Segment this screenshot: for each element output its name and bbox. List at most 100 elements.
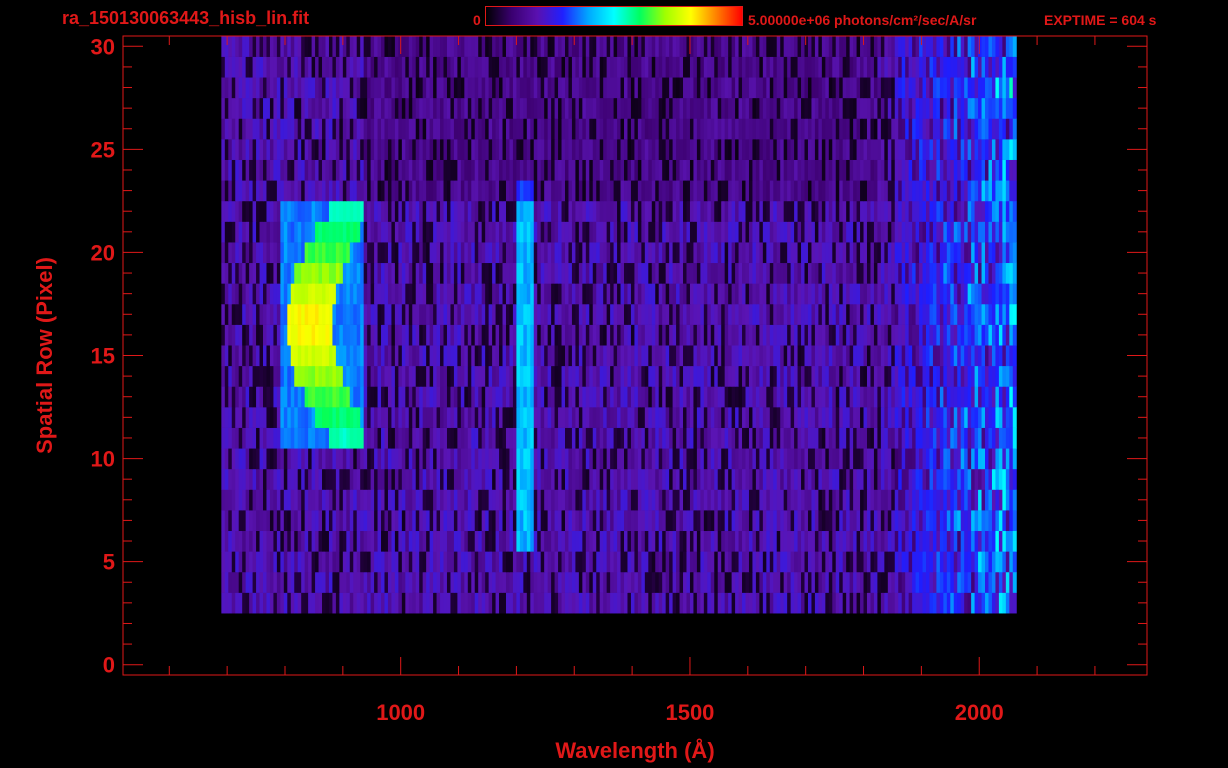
heatmap-cell	[405, 551, 410, 573]
heatmap-cell	[950, 571, 955, 593]
heatmap-cell	[398, 200, 403, 222]
heatmap-cell	[870, 489, 875, 511]
heatmap-cell	[742, 510, 746, 532]
heatmap-cell	[783, 324, 788, 346]
heatmap-cell	[259, 242, 264, 264]
heatmap-cell	[814, 324, 819, 346]
heatmap-cell	[665, 489, 670, 511]
heatmap-cell	[755, 551, 760, 573]
heatmap-cell	[877, 242, 882, 264]
heatmap-cell	[801, 489, 806, 511]
heatmap-cell	[641, 510, 646, 532]
heatmap-cell	[738, 407, 743, 428]
heatmap-cell	[679, 200, 684, 222]
heatmap-cell	[294, 407, 299, 428]
heatmap-cell	[971, 221, 976, 243]
heatmap-cell	[724, 427, 729, 449]
heatmap-cell	[228, 489, 233, 511]
heatmap-cell	[269, 592, 274, 614]
heatmap-cell	[863, 283, 868, 305]
heatmap-cell	[1005, 200, 1010, 222]
heatmap-cell	[519, 468, 524, 490]
heatmap-cell	[502, 427, 507, 449]
heatmap-cell	[509, 200, 514, 222]
heatmap-cell	[988, 221, 993, 243]
heatmap-cell	[589, 386, 594, 408]
heatmap-cell	[353, 242, 358, 264]
heatmap-cell	[794, 303, 799, 325]
heatmap-cell	[311, 386, 316, 408]
heatmap-cell	[589, 303, 594, 325]
heatmap-cell	[551, 551, 556, 573]
heatmap-cell	[1002, 324, 1007, 346]
heatmap-cell	[783, 530, 788, 552]
heatmap-cell	[946, 427, 951, 449]
heatmap-cell	[811, 159, 816, 181]
heatmap-cell	[783, 283, 788, 305]
heatmap-cell	[773, 221, 778, 243]
heatmap-cell	[967, 448, 972, 470]
heatmap-cell	[755, 283, 760, 305]
heatmap-cell	[821, 510, 826, 532]
heatmap-cell	[832, 530, 837, 552]
heatmap-cell	[315, 386, 320, 408]
heatmap-cell	[776, 489, 781, 511]
heatmap-cell	[474, 283, 479, 305]
heatmap-cell	[929, 324, 934, 346]
heatmap-cell	[450, 242, 455, 264]
heatmap-cell	[256, 510, 261, 532]
heatmap-cell	[596, 180, 601, 202]
heatmap-cell	[717, 324, 722, 346]
heatmap-cell	[919, 571, 924, 593]
heatmap-cell	[849, 592, 854, 614]
heatmap-cell	[943, 303, 948, 325]
heatmap-cell	[221, 448, 226, 470]
heatmap-cell	[818, 200, 823, 222]
heatmap-cell	[592, 592, 597, 614]
heatmap-cell	[408, 180, 413, 202]
heatmap-cell	[429, 530, 434, 552]
heatmap-cell	[832, 200, 837, 222]
heatmap-cell	[478, 200, 483, 222]
heatmap-cell	[929, 345, 934, 367]
heatmap-cell	[221, 200, 226, 222]
heatmap-cell	[731, 468, 736, 490]
heatmap-cell	[488, 407, 493, 428]
heatmap-cell	[571, 468, 576, 490]
heatmap-cell	[953, 510, 958, 532]
heatmap-cell	[578, 159, 583, 181]
heatmap-cell	[644, 386, 649, 408]
heatmap-cell	[721, 468, 726, 490]
heatmap-cell	[478, 592, 483, 614]
heatmap-cell	[419, 468, 424, 490]
heatmap-cell	[620, 407, 625, 428]
heatmap-cell	[488, 592, 493, 614]
heatmap-cell	[974, 407, 979, 428]
heatmap-cell	[717, 571, 722, 593]
heatmap-cell	[710, 571, 715, 593]
heatmap-cell	[453, 324, 458, 346]
heatmap-cell	[735, 530, 740, 552]
heatmap-cell	[662, 200, 667, 222]
heatmap-cell	[773, 468, 778, 490]
heatmap-cell	[384, 221, 389, 243]
heatmap-cell	[596, 386, 601, 408]
heatmap-cell	[873, 489, 878, 511]
heatmap-cell	[738, 592, 743, 614]
heatmap-cell	[401, 242, 406, 264]
heatmap-cell	[665, 510, 670, 532]
heatmap-cell	[367, 159, 372, 181]
heatmap-cell	[617, 200, 622, 222]
heatmap-cell	[353, 468, 358, 490]
heatmap-cell	[523, 303, 528, 325]
heatmap-cell	[346, 407, 351, 428]
heatmap-cell	[783, 221, 788, 243]
heatmap-cell	[453, 551, 458, 573]
heatmap-cell	[898, 448, 903, 470]
heatmap-cell	[825, 365, 830, 387]
heatmap-cell	[377, 407, 382, 428]
heatmap-cell	[231, 365, 236, 387]
heatmap-cell	[634, 283, 639, 305]
heatmap-cell	[422, 592, 427, 614]
heatmap-cell	[252, 242, 257, 264]
